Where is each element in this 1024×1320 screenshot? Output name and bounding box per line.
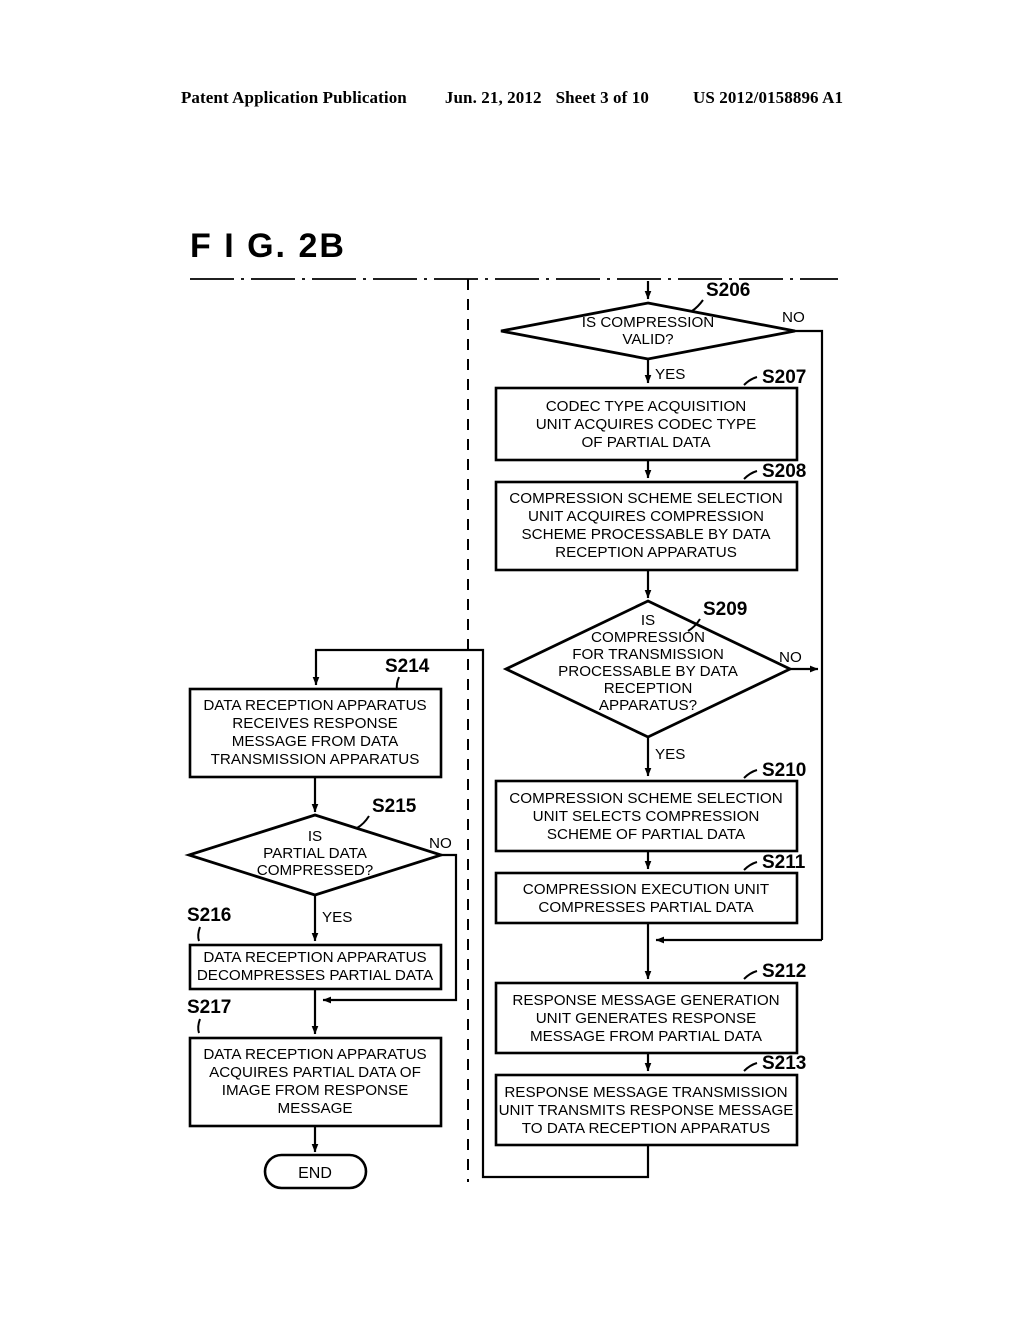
s210-line-0: COMPRESSION SCHEME SELECTION [509,790,782,807]
node-s206: IS COMPRESSION VALID? S206 YES NO [500,280,805,383]
node-s212: RESPONSE MESSAGE GENERATION UNIT GENERAT… [494,961,806,1055]
s217-step-label: S217 [187,997,231,1018]
s212-leader [743,970,758,980]
s207-leader [743,376,758,386]
s209-line-2: FOR TRANSMISSION [572,646,724,663]
s214-step-label: S214 [385,656,430,677]
s216-step-label: S216 [187,905,231,926]
s206-line-0: IS COMPRESSION [582,314,715,331]
s211-step-label: S211 [762,852,806,873]
end-label: END [298,1165,332,1182]
node-s208: COMPRESSION SCHEME SELECTION UNIT ACQUIR… [494,461,806,572]
s209-step-label: S209 [703,599,747,620]
s210-leader [743,769,758,779]
s217-line-0: DATA RECEPTION APPARATUS [203,1046,426,1063]
s209-yes-label: YES [655,746,685,763]
s211-line-0: COMPRESSION EXECUTION UNIT [523,881,769,898]
s217-line-1: ACQUIRES PARTIAL DATA OF [209,1064,421,1081]
s215-line-1: PARTIAL DATA [263,845,368,862]
s209-line-0: IS [641,612,655,629]
s206-step-label: S206 [706,280,750,301]
s212-step-label: S212 [762,961,806,982]
s213-step-label: S213 [762,1053,806,1074]
s206-line-1: VALID? [622,331,673,348]
s209-line-1: COMPRESSION [591,629,705,646]
s215-step-label: S215 [372,796,417,817]
s210-step-label: S210 [762,760,806,781]
node-s207: CODEC TYPE ACQUISITION UNIT ACQUIRES COD… [494,367,806,462]
s206-yes-label: YES [655,366,685,383]
s206-no-label: NO [782,309,805,326]
node-s210: COMPRESSION SCHEME SELECTION UNIT SELECT… [494,760,806,853]
s206-leader [691,299,704,312]
s215-line-0: IS [308,828,322,845]
s209-no-label: NO [779,649,802,666]
s215-leader [356,815,370,829]
s211-line-1: COMPRESSES PARTIAL DATA [538,899,754,916]
s210-line-2: SCHEME OF PARTIAL DATA [547,826,746,843]
s216-leader [197,926,201,942]
s215-line-2: COMPRESSED? [257,862,373,879]
s212-line-2: MESSAGE FROM PARTIAL DATA [530,1028,763,1045]
s214-line-2: MESSAGE FROM DATA [232,733,399,750]
flowchart: F I G. 2B IS COMPRESSION VALID? S206 YES… [184,227,838,1190]
s208-line-2: SCHEME PROCESSABLE BY DATA [522,526,772,543]
s211-leader [743,861,758,871]
s213-line-1: UNIT TRANSMITS RESPONSE MESSAGE [499,1102,794,1119]
node-s211: COMPRESSION EXECUTION UNIT COMPRESSES PA… [494,852,806,925]
s207-step-label: S207 [762,367,806,388]
s214-line-3: TRANSMISSION APPARATUS [211,751,420,768]
node-s213: RESPONSE MESSAGE TRANSMISSION UNIT TRANS… [494,1053,806,1147]
connector-s206-no [795,329,824,940]
s212-line-0: RESPONSE MESSAGE GENERATION [512,992,779,1009]
s214-line-0: DATA RECEPTION APPARATUS [203,697,426,714]
s215-no-label: NO [429,835,452,852]
s216-line-0: DATA RECEPTION APPARATUS [203,949,426,966]
s215-yes-label: YES [322,909,352,926]
s212-line-1: UNIT GENERATES RESPONSE [536,1010,757,1027]
s207-line-2: OF PARTIAL DATA [581,434,711,451]
s208-step-label: S208 [762,461,806,482]
node-s209: IS COMPRESSION FOR TRANSMISSION PROCESSA… [502,599,802,763]
s208-leader [743,470,758,480]
s214-line-1: RECEIVES RESPONSE [232,715,397,732]
s213-leader [743,1062,758,1072]
s216-line-1: DECOMPRESSES PARTIAL DATA [197,967,434,984]
s217-line-2: IMAGE FROM RESPONSE [222,1082,409,1099]
patent-figure-page: Patent Application Publication Jun. 21, 2… [0,0,1024,1320]
s209-line-4: RECEPTION [604,680,693,697]
s207-line-0: CODEC TYPE ACQUISITION [546,398,747,415]
s208-line-1: UNIT ACQUIRES COMPRESSION [528,508,764,525]
s213-line-2: TO DATA RECEPTION APPARATUS [522,1120,770,1137]
s209-line-5: APPARATUS? [599,697,697,714]
s207-line-1: UNIT ACQUIRES CODEC TYPE [536,416,757,433]
s210-line-1: UNIT SELECTS COMPRESSION [533,808,760,825]
s217-leader [197,1018,201,1034]
s208-line-3: RECEPTION APPARATUS [555,544,737,561]
s209-line-3: PROCESSABLE BY DATA [558,663,739,680]
s217-line-3: MESSAGE [277,1100,352,1117]
figure-title: F I G. 2B [190,227,346,265]
s213-line-0: RESPONSE MESSAGE TRANSMISSION [504,1084,787,1101]
node-end: END [263,1153,368,1190]
s208-line-0: COMPRESSION SCHEME SELECTION [509,490,782,507]
